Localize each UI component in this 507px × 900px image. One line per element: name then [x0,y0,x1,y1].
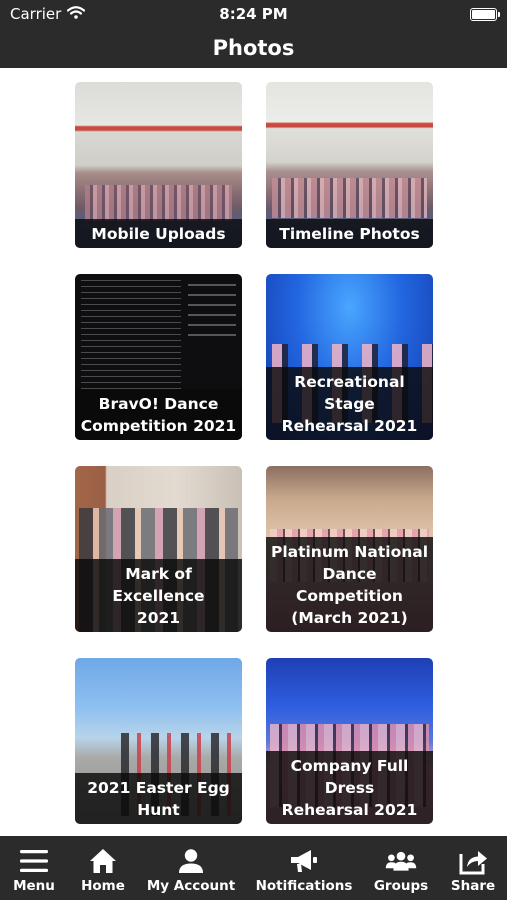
album-title: Company Full Dress Rehearsal 2021 [266,751,433,824]
tab-groups[interactable]: Groups [372,836,430,900]
group-icon [385,846,417,876]
tab-label: Groups [373,878,429,894]
tab-share[interactable]: Share [451,836,495,900]
album-title: Mobile Uploads [75,219,242,248]
tab-label: Menu [13,878,55,894]
tab-label: My Account [146,878,236,894]
tab-menu[interactable]: Menu [10,836,58,900]
album-title: 2021 Easter Egg Hunt [75,773,242,824]
album-grid: Mobile Uploads Timeline Photos BravO! Da… [75,82,433,824]
tab-label: Share [450,878,496,894]
share-icon [457,846,489,876]
tab-home[interactable]: Home [80,836,126,900]
user-icon [175,846,207,876]
album-title: Mark of Excellence 2021 [75,559,242,632]
home-icon [87,846,119,876]
battery-tip [498,12,500,17]
album-mark-of-excellence-2021[interactable]: Mark of Excellence 2021 [75,466,242,632]
tab-label: Home [81,878,125,894]
tab-notifications[interactable]: Notifications [255,836,353,900]
album-platinum-national-dance-competition[interactable]: Platinum National Dance Competition (Mar… [266,466,433,632]
status-bar: Carrier 8:24 PM [0,0,507,30]
album-bravo-dance-competition-2021[interactable]: BravO! Dance Competition 2021 [75,274,242,440]
album-title: Recreational Stage Rehearsal 2021 [266,367,433,440]
header: Carrier 8:24 PM Photos [0,0,507,68]
hamburger-menu-icon [18,846,50,876]
album-mobile-uploads[interactable]: Mobile Uploads [75,82,242,248]
album-timeline-photos[interactable]: Timeline Photos [266,82,433,248]
app-screen: Carrier 8:24 PM Photos Mobile Uploads Ti… [0,0,507,900]
album-2021-easter-egg-hunt[interactable]: 2021 Easter Egg Hunt [75,658,242,824]
tab-my-account[interactable]: My Account [146,836,236,900]
page-title: Photos [212,36,295,60]
battery-icon [470,8,500,21]
album-recreational-stage-rehearsal-2021[interactable]: Recreational Stage Rehearsal 2021 [266,274,433,440]
status-time: 8:24 PM [219,5,288,23]
tab-bar: Menu Home My Account Notifications Group… [0,836,507,900]
album-title: BravO! Dance Competition 2021 [75,389,242,440]
tab-label: Notifications [255,878,353,894]
album-title: Platinum National Dance Competition (Mar… [266,537,433,632]
album-title: Timeline Photos [266,219,433,248]
album-company-full-dress-rehearsal-2021[interactable]: Company Full Dress Rehearsal 2021 [266,658,433,824]
battery-fill [472,10,495,19]
megaphone-icon [288,846,320,876]
